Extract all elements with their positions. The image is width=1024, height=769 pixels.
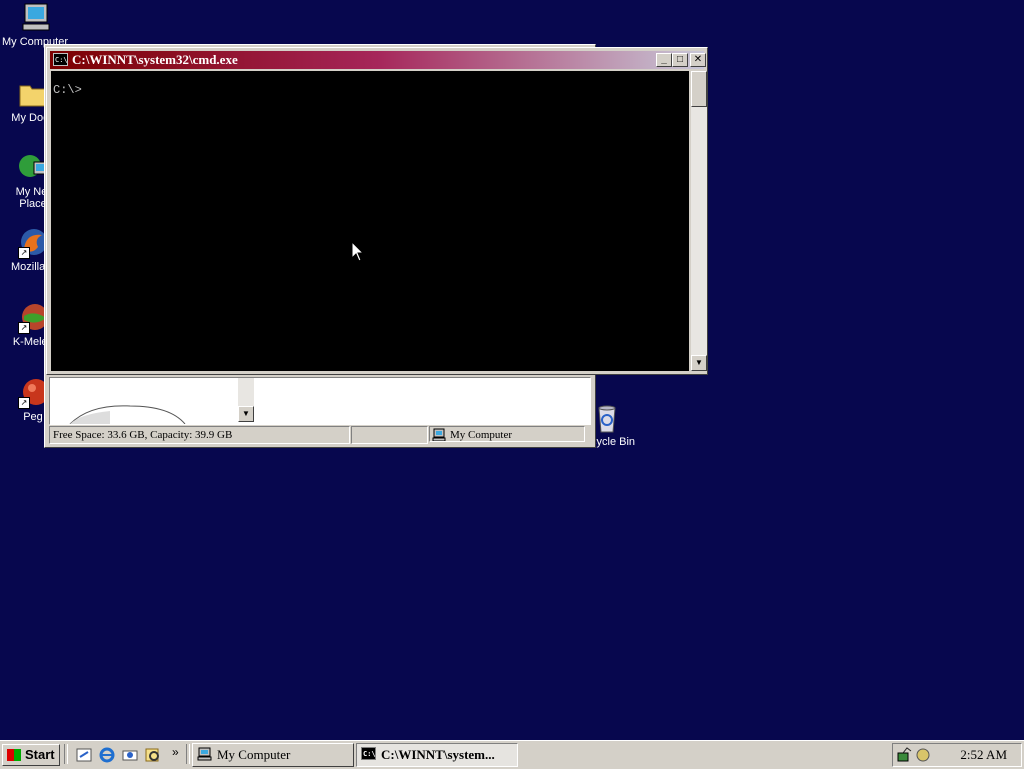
status-empty-panel [351, 426, 428, 444]
outlook-express-icon[interactable] [122, 747, 138, 763]
svg-text:C:\: C:\ [55, 56, 68, 64]
status-free-space: Free Space: 33.6 GB, Capacity: 39.9 GB [49, 426, 350, 444]
status-location-label: My Computer [450, 429, 513, 441]
my-computer-content-area[interactable]: ▼ [49, 377, 591, 425]
taskbar-button-cmd[interactable]: C:\ C:\WINNT\system... [356, 743, 518, 767]
quick-launch-more[interactable]: » [172, 745, 179, 759]
cmd-console-area[interactable]: C:\> [51, 71, 689, 371]
svg-text:C:\: C:\ [363, 750, 376, 758]
my-computer-icon [432, 428, 446, 441]
cmd-window[interactable]: C:\ C:\WINNT\system32\cmd.exe _ □ ✕ C:\>… [46, 47, 708, 375]
taskbar-button-my-computer[interactable]: My Computer [192, 743, 354, 767]
start-label: Start [25, 747, 55, 762]
taskbar-divider [64, 744, 68, 764]
shortcut-arrow-icon: ↗ [18, 397, 30, 409]
cmd-window-title: C:\WINNT\system32\cmd.exe [72, 52, 238, 67]
search-icon[interactable] [145, 747, 161, 763]
close-button[interactable]: ✕ [690, 53, 706, 67]
scroll-down-button[interactable]: ▼ [691, 355, 707, 371]
desktop-icon-my-computer[interactable]: My Computer [0, 2, 70, 48]
clock[interactable]: 2:52 AM [960, 744, 1007, 766]
maximize-button[interactable]: □ [672, 53, 688, 67]
windows-logo-icon [7, 749, 21, 761]
taskbar: Start » My Computer C:\ C:\WINNT\system.… [0, 740, 1024, 769]
status-location: My Computer [429, 426, 585, 442]
show-desktop-icon[interactable] [76, 747, 92, 763]
cmd-icon: C:\ [361, 747, 376, 760]
start-button[interactable]: Start [2, 744, 60, 766]
scroll-thumb[interactable] [691, 71, 707, 107]
network-tray-icon[interactable] [897, 747, 913, 763]
internet-explorer-icon[interactable] [99, 747, 115, 763]
system-tray: 2:52 AM [892, 743, 1022, 767]
my-computer-icon [18, 2, 52, 34]
scroll-down-button[interactable]: ▼ [238, 406, 254, 422]
volume-tray-icon[interactable] [915, 747, 931, 763]
my-computer-icon [197, 747, 212, 761]
taskbar-button-label: C:\WINNT\system... [381, 747, 495, 762]
cmd-icon: C:\ [53, 53, 68, 66]
drive-illustration [69, 405, 186, 424]
shortcut-arrow-icon: ↗ [18, 322, 30, 334]
cmd-vertical-scrollbar[interactable]: ▼ [691, 71, 707, 371]
cmd-prompt: C:\> [53, 83, 82, 97]
status-bar: Free Space: 33.6 GB, Capacity: 39.9 GB M… [49, 426, 591, 444]
cmd-title-bar[interactable]: C:\ C:\WINNT\system32\cmd.exe _ □ ✕ [50, 51, 706, 69]
minimize-button[interactable]: _ [656, 53, 672, 67]
taskbar-divider [186, 744, 190, 764]
content-vertical-scrollbar[interactable]: ▼ [238, 378, 254, 422]
taskbar-button-label: My Computer [217, 747, 291, 762]
mouse-cursor-icon [351, 241, 365, 262]
shortcut-arrow-icon: ↗ [18, 247, 30, 259]
